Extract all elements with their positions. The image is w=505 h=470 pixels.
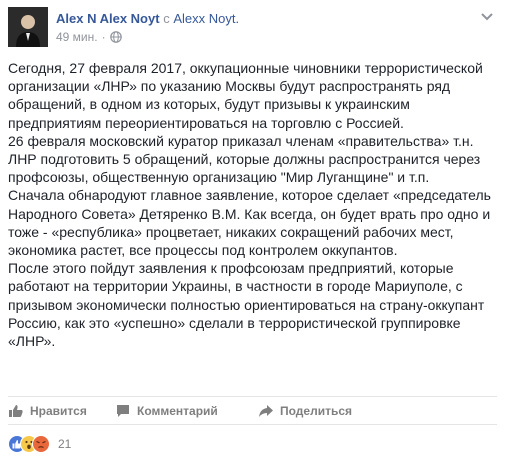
thumbs-up-icon: [9, 405, 23, 417]
meta-separator: ·: [101, 30, 106, 44]
post-actions: Нравится Комментарий Поделиться: [8, 400, 498, 422]
globe-icon[interactable]: [109, 31, 122, 43]
comment-icon: [117, 405, 129, 417]
post-paragraph: Сначала обнародуют главное заявление, ко…: [8, 187, 491, 259]
post-timestamp[interactable]: 49 мин.: [56, 30, 98, 44]
reaction-count[interactable]: 21: [58, 437, 71, 451]
chevron-down-icon[interactable]: [480, 9, 494, 21]
with-word: с: [163, 11, 170, 26]
post-paragraph: 26 февраля московский куратор приказал ч…: [8, 132, 481, 186]
post-header: Alex N Alex Noyt с Alexx Noyt. 49 мин. ·: [8, 7, 498, 49]
reactions-summary[interactable]: 21: [8, 434, 71, 454]
divider: [8, 396, 497, 397]
share-icon: [259, 405, 273, 417]
like-button[interactable]: Нравится: [8, 400, 87, 422]
post-paragraph: Сегодня, 27 февраля 2017, оккупационные …: [8, 60, 483, 131]
share-label: Поделиться: [280, 404, 353, 418]
post-paragraph: После этого пойдут заявления к профсоюза…: [8, 260, 485, 350]
avatar[interactable]: [8, 7, 48, 47]
comment-button[interactable]: Комментарий: [115, 400, 218, 422]
tagged-user-link[interactable]: Alexx Noyt.: [173, 11, 239, 26]
reaction-icons: [8, 435, 54, 453]
post-text: Сегодня, 27 февраля 2017, оккупационные …: [8, 59, 498, 350]
post-meta: 49 мин. ·: [56, 30, 122, 44]
author-line: Alex N Alex Noyt с Alexx Noyt.: [56, 11, 239, 27]
like-label: Нравится: [30, 404, 87, 418]
author-name-link[interactable]: Alex N Alex Noyt: [56, 11, 160, 26]
divider: [8, 424, 497, 425]
comment-label: Комментарий: [137, 404, 218, 418]
angry-reaction-icon: [32, 435, 50, 453]
share-button[interactable]: Поделиться: [258, 400, 352, 422]
